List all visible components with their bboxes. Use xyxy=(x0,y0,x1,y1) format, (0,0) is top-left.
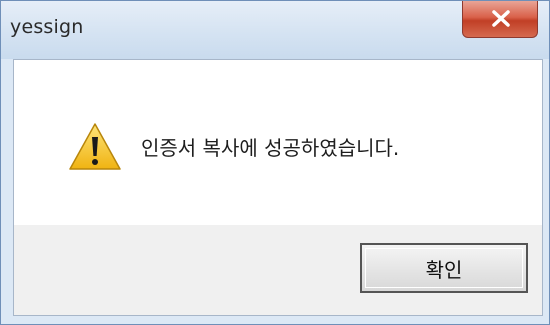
close-icon xyxy=(492,10,510,27)
dialog-message: 인증서 복사에 성공하였습니다. xyxy=(141,136,400,160)
window-title: yessign xyxy=(10,16,84,38)
button-bar: 확인 xyxy=(14,225,542,315)
dialog-window: yessign 인증서 복사에 성공하였습니다. 확인 xyxy=(0,0,550,325)
warning-icon xyxy=(69,123,121,170)
ok-button[interactable]: 확인 xyxy=(360,243,528,293)
message-area: 인증서 복사에 성공하였습니다. xyxy=(14,60,542,225)
title-bar[interactable]: yessign xyxy=(1,1,549,59)
dialog-body: 인증서 복사에 성공하였습니다. 확인 xyxy=(13,59,543,316)
close-button[interactable] xyxy=(462,1,538,38)
ok-button-label: 확인 xyxy=(365,248,523,288)
